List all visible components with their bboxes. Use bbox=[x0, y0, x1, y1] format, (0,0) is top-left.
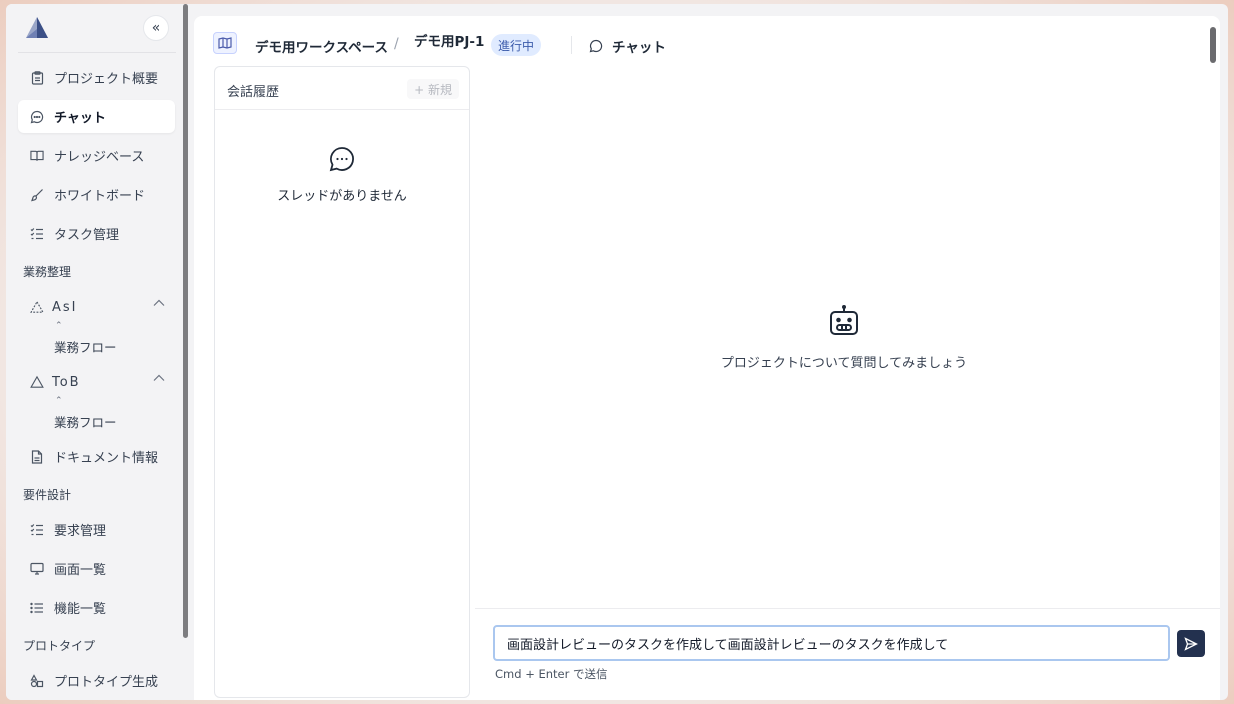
chat-message-input[interactable] bbox=[493, 625, 1170, 661]
empty-thread-state: スレッドがありません bbox=[215, 145, 469, 204]
nav-chat[interactable]: チャット bbox=[18, 100, 175, 133]
shapes-icon bbox=[30, 673, 44, 688]
document-icon bbox=[30, 449, 44, 464]
page-title: チャット bbox=[589, 36, 666, 56]
nav-label: 画面一覧 bbox=[54, 563, 107, 578]
book-icon bbox=[30, 149, 44, 163]
history-header: 会話履歴 + 新規 bbox=[215, 67, 469, 110]
brush-icon bbox=[30, 188, 44, 202]
nav-prototype-generation[interactable]: プロトタイプ生成 bbox=[18, 664, 175, 697]
map-button[interactable] bbox=[213, 32, 237, 54]
nav-knowledge-base[interactable]: ナレッジベース bbox=[18, 139, 175, 172]
composer-divider bbox=[475, 608, 1220, 609]
chevron-up-icon[interactable] bbox=[153, 374, 165, 385]
monitor-icon bbox=[30, 562, 44, 576]
section-label-requirements: 要件設計 bbox=[23, 488, 72, 502]
main-scrollbar[interactable] bbox=[1210, 27, 1216, 63]
breadcrumb-workspace[interactable]: デモ用ワークスペース bbox=[255, 36, 388, 56]
history-title: 会話履歴 bbox=[227, 85, 280, 100]
status-badge: 進行中 bbox=[491, 34, 542, 56]
section-label-business: 業務整理 bbox=[23, 265, 72, 279]
collapse-sidebar-button[interactable]: « bbox=[143, 15, 169, 41]
new-thread-button[interactable]: + 新規 bbox=[407, 79, 459, 99]
nav-label: 要求管理 bbox=[54, 524, 107, 539]
checklist-icon bbox=[30, 523, 44, 537]
clipboard-icon bbox=[30, 70, 44, 85]
group-tob[interactable]: ToB bbox=[18, 367, 175, 397]
nav-label: プロトタイプ生成 bbox=[54, 675, 159, 690]
nav-label: チャット bbox=[54, 111, 106, 126]
main-panel: デモ用ワークスペース / デモ用PJ-1 進行中 チャット 会話履歴 + 新規 … bbox=[194, 16, 1220, 700]
chat-bubble-icon bbox=[30, 110, 44, 124]
nav-document-info[interactable]: ドキュメント情報 bbox=[18, 440, 175, 473]
chat-empty-state: プロジェクトについて質問してみましょう bbox=[714, 304, 974, 371]
sidebar: « プロジェクト概要 チャット ナレッジベース ホワイトボード タスク管理 業務… bbox=[6, 4, 190, 700]
group-asi[interactable]: AsI bbox=[18, 292, 175, 322]
checklist-icon bbox=[30, 227, 44, 241]
nav-task-management[interactable]: タスク管理 bbox=[18, 217, 175, 250]
nav-requirements-management[interactable]: 要求管理 bbox=[18, 513, 175, 546]
breadcrumb-project[interactable]: デモ用PJ-1 bbox=[414, 35, 490, 49]
robot-icon bbox=[830, 305, 858, 335]
empty-thread-text: スレッドがありません bbox=[277, 189, 407, 204]
chat-dots-icon bbox=[329, 147, 354, 172]
nav-label: ドキュメント情報 bbox=[54, 451, 159, 466]
conversation-history-panel: 会話履歴 + 新規 スレッドがありません bbox=[214, 66, 470, 698]
nav-label: タスク管理 bbox=[54, 228, 120, 243]
nav-label: ナレッジベース bbox=[54, 150, 145, 165]
send-button[interactable] bbox=[1177, 630, 1205, 657]
nav-label: プロジェクト概要 bbox=[54, 72, 159, 87]
top-bar: デモ用ワークスペース / デモ用PJ-1 進行中 チャット bbox=[194, 16, 1220, 66]
top-bar-divider bbox=[571, 36, 572, 54]
nav-label: ホワイトボード bbox=[54, 189, 146, 204]
chat-empty-text: プロジェクトについて質問してみましょう bbox=[720, 356, 968, 371]
caret-icon: ⌃ bbox=[55, 396, 63, 406]
triangle-dashed-icon bbox=[30, 300, 44, 314]
chat-bubble-icon bbox=[589, 39, 603, 53]
app-logo-icon[interactable] bbox=[24, 16, 50, 40]
page-title-label: チャット bbox=[612, 40, 666, 56]
send-icon bbox=[1184, 636, 1198, 651]
chevron-up-icon[interactable] bbox=[153, 299, 165, 310]
send-shortcut-hint: Cmd + Enter で送信 bbox=[495, 667, 608, 681]
sub-item-asi-business-flow[interactable]: 業務フロー bbox=[54, 337, 117, 356]
section-label-prototype: プロトタイプ bbox=[23, 639, 96, 653]
sidebar-divider bbox=[18, 52, 176, 53]
nav-whiteboard[interactable]: ホワイトボード bbox=[18, 178, 175, 211]
map-icon bbox=[218, 37, 232, 49]
sub-item-tob-business-flow[interactable]: 業務フロー bbox=[54, 412, 117, 431]
list-icon bbox=[30, 601, 44, 615]
group-label: AsI bbox=[52, 299, 78, 315]
nav-feature-list[interactable]: 機能一覧 bbox=[18, 591, 175, 624]
group-label: ToB bbox=[52, 374, 81, 390]
sidebar-scrollbar[interactable] bbox=[183, 4, 188, 638]
app-window: « プロジェクト概要 チャット ナレッジベース ホワイトボード タスク管理 業務… bbox=[6, 4, 1228, 700]
breadcrumb-separator: / bbox=[394, 36, 399, 52]
nav-label: 機能一覧 bbox=[54, 602, 107, 617]
nav-screen-list[interactable]: 画面一覧 bbox=[18, 552, 175, 585]
triangle-icon bbox=[30, 375, 44, 389]
nav-project-overview[interactable]: プロジェクト概要 bbox=[18, 61, 175, 94]
caret-icon: ⌃ bbox=[55, 321, 63, 331]
